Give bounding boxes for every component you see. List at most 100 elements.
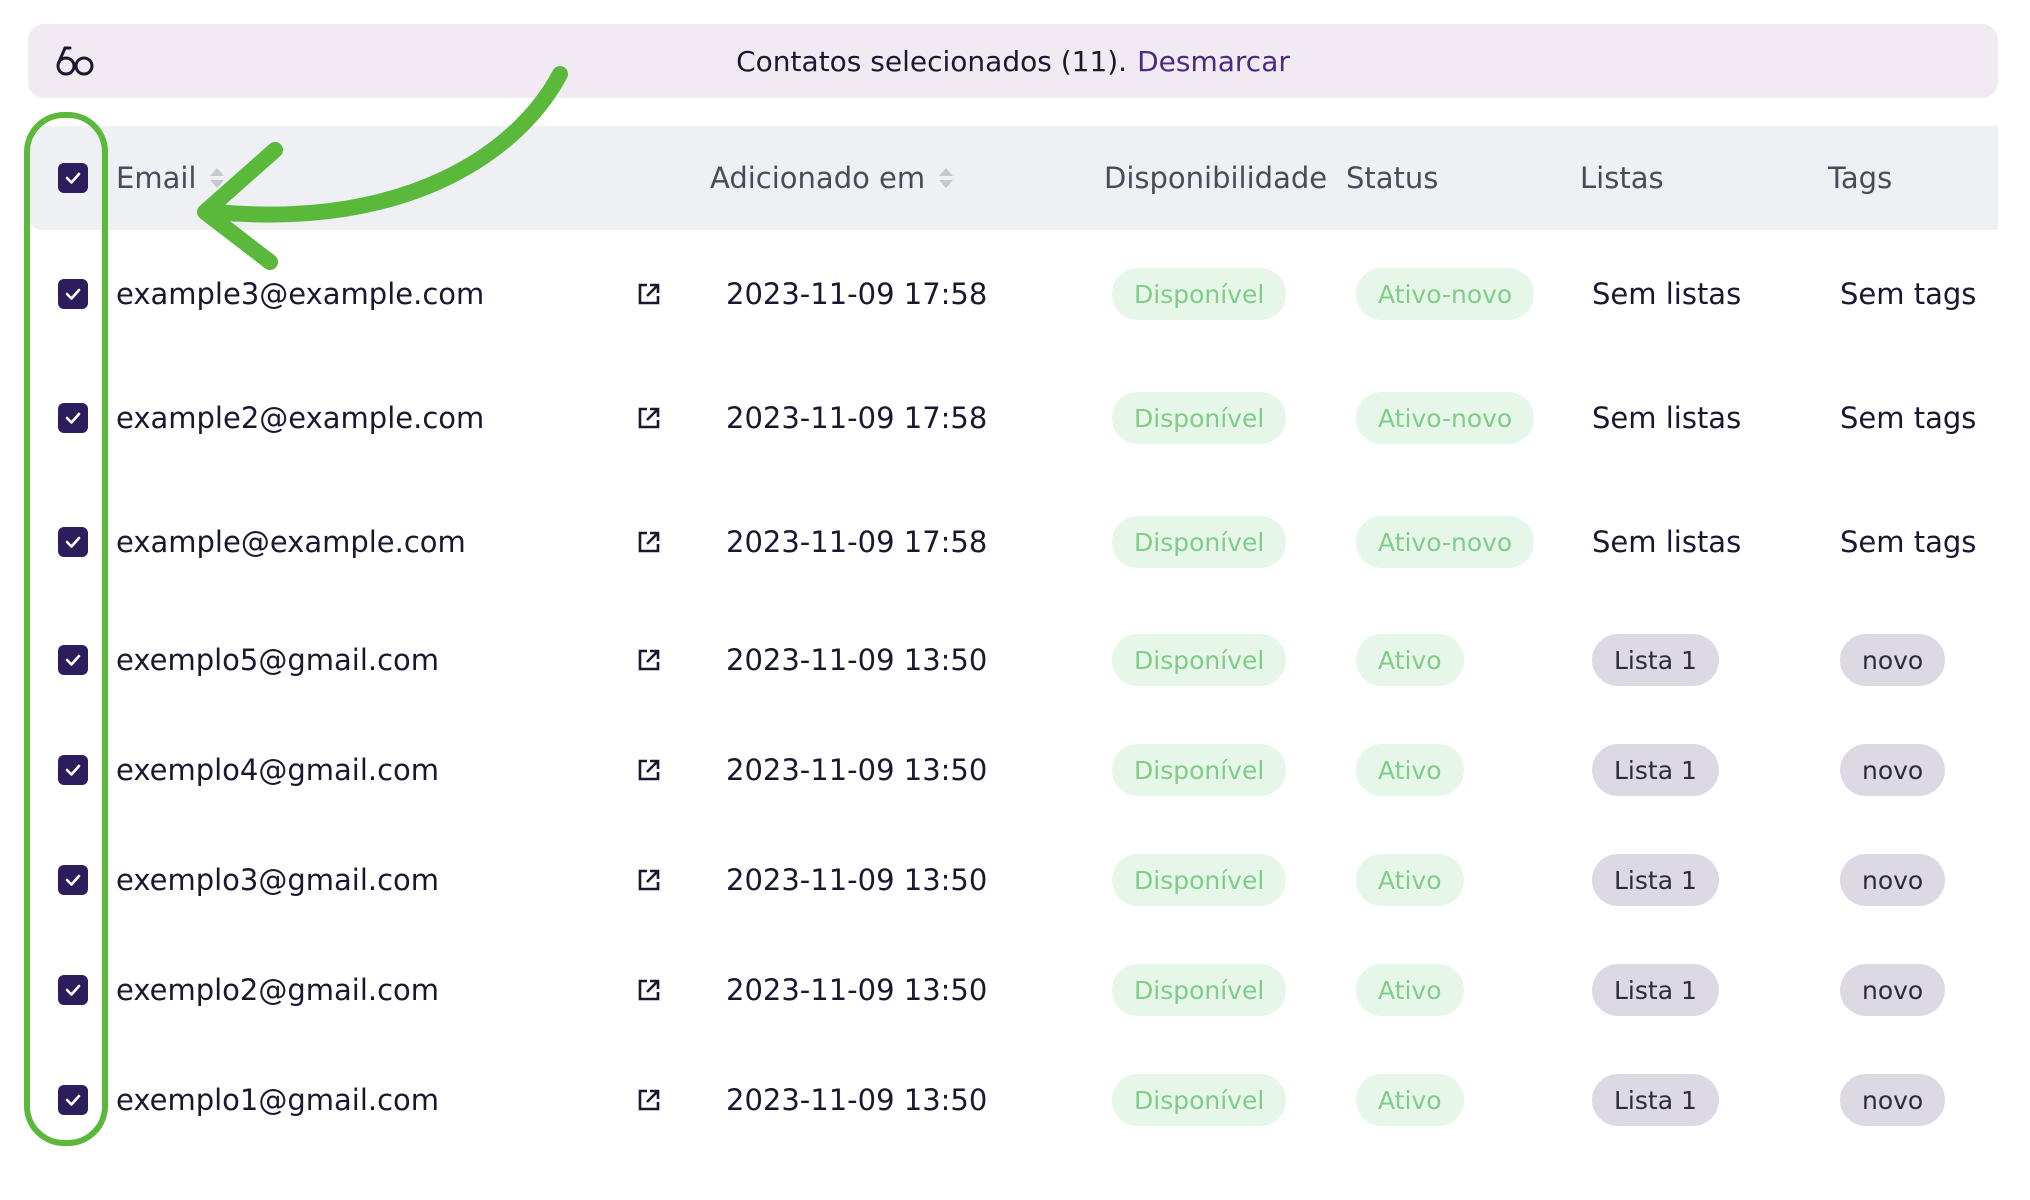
column-header-tags: Tags [1828, 126, 1892, 230]
open-contact-button[interactable] [636, 720, 662, 820]
row-checkbox[interactable] [58, 279, 88, 309]
added-date: 2023-11-09 13:50 [726, 753, 988, 787]
open-contact-button[interactable] [636, 244, 662, 344]
lists-value: Sem listas [1592, 401, 1742, 435]
contact-email[interactable]: example3@example.com [116, 244, 484, 344]
external-link-icon [638, 869, 660, 891]
check-icon [65, 654, 81, 666]
availability-badge: Disponível [1112, 268, 1287, 320]
tag-badge: novo [1840, 744, 1946, 796]
added-date: 2023-11-09 13:50 [726, 973, 988, 1007]
status-badge: Ativo-novo [1356, 268, 1535, 320]
status-badge: Ativo-novo [1356, 516, 1535, 568]
column-header-lists-label: Listas [1580, 161, 1664, 195]
availability-badge: Disponível [1112, 516, 1287, 568]
table-row[interactable]: exemplo1@gmail.com 2023-11-09 13:50 Disp… [28, 1050, 1998, 1150]
tags-value: Sem tags [1840, 401, 1977, 435]
lists-value: Sem listas [1592, 525, 1742, 559]
table-row[interactable]: example3@example.com 2023-11-09 17:58 Di… [28, 244, 1998, 344]
column-header-status: Status [1346, 126, 1438, 230]
external-link-icon [638, 283, 660, 305]
column-header-email[interactable]: Email [116, 126, 225, 230]
check-icon [65, 874, 81, 886]
open-contact-button[interactable] [636, 368, 662, 468]
availability-badge: Disponível [1112, 964, 1287, 1016]
row-checkbox[interactable] [58, 865, 88, 895]
check-icon [65, 984, 81, 996]
table-row[interactable]: exemplo2@gmail.com 2023-11-09 13:50 Disp… [28, 940, 1998, 1040]
select-all-checkbox[interactable] [58, 163, 88, 193]
row-checkbox[interactable] [58, 1085, 88, 1115]
column-header-tags-label: Tags [1828, 161, 1893, 195]
sort-icon[interactable] [939, 166, 954, 190]
contact-email[interactable]: example2@example.com [116, 368, 484, 468]
column-header-added[interactable]: Adicionado em [710, 126, 954, 230]
check-icon [65, 764, 81, 776]
open-contact-button[interactable] [636, 940, 662, 1040]
table-row[interactable]: exemplo5@gmail.com 2023-11-09 13:50 Disp… [28, 610, 1998, 710]
list-badge: Lista 1 [1592, 854, 1719, 906]
tag-badge: novo [1840, 634, 1946, 686]
contact-email[interactable]: exemplo5@gmail.com [116, 610, 439, 710]
added-date: 2023-11-09 17:58 [726, 277, 988, 311]
column-header-email-label: Email [116, 161, 197, 195]
list-badge: Lista 1 [1592, 1074, 1719, 1126]
contact-email[interactable]: exemplo1@gmail.com [116, 1050, 439, 1150]
tags-value: Sem tags [1840, 525, 1977, 559]
column-header-lists: Listas [1580, 126, 1664, 230]
table-header: Email Adicionado em Disponibilidade Stat… [28, 126, 1998, 230]
sort-icon[interactable] [210, 166, 225, 190]
row-checkbox[interactable] [58, 755, 88, 785]
external-link-icon [638, 407, 660, 429]
tags-value: Sem tags [1840, 277, 1977, 311]
status-badge: Ativo [1356, 634, 1464, 686]
added-date: 2023-11-09 17:58 [726, 525, 988, 559]
column-header-availability-label: Disponibilidade [1104, 161, 1328, 195]
selection-banner: Contatos selecionados (11). Desmarcar [28, 24, 1998, 98]
contact-email[interactable]: exemplo3@gmail.com [116, 830, 439, 930]
tag-badge: novo [1840, 854, 1946, 906]
availability-badge: Disponível [1112, 392, 1287, 444]
table-row[interactable]: example2@example.com 2023-11-09 17:58 Di… [28, 368, 1998, 468]
check-icon [65, 536, 81, 548]
contact-email[interactable]: exemplo2@gmail.com [116, 940, 439, 1040]
unselect-link[interactable]: Desmarcar [1137, 45, 1290, 78]
external-link-icon [638, 531, 660, 553]
table-row[interactable]: exemplo4@gmail.com 2023-11-09 13:50 Disp… [28, 720, 1998, 820]
external-link-icon [638, 649, 660, 671]
row-checkbox[interactable] [58, 527, 88, 557]
check-icon [65, 412, 81, 424]
external-link-icon [638, 979, 660, 1001]
table-row[interactable]: example@example.com 2023-11-09 17:58 Dis… [28, 492, 1998, 592]
list-badge: Lista 1 [1592, 634, 1719, 686]
open-contact-button[interactable] [636, 492, 662, 592]
open-contact-button[interactable] [636, 830, 662, 930]
contact-email[interactable]: exemplo4@gmail.com [116, 720, 439, 820]
row-checkbox[interactable] [58, 645, 88, 675]
availability-badge: Disponível [1112, 634, 1287, 686]
availability-badge: Disponível [1112, 854, 1287, 906]
selection-message: Contatos selecionados (11). Desmarcar [28, 24, 1998, 98]
tag-badge: novo [1840, 964, 1946, 1016]
list-badge: Lista 1 [1592, 964, 1719, 1016]
status-badge: Ativo [1356, 1074, 1464, 1126]
status-badge: Ativo [1356, 964, 1464, 1016]
row-checkbox[interactable] [58, 975, 88, 1005]
added-date: 2023-11-09 13:50 [726, 643, 988, 677]
row-checkbox[interactable] [58, 403, 88, 433]
open-contact-button[interactable] [636, 1050, 662, 1150]
availability-badge: Disponível [1112, 1074, 1287, 1126]
status-badge: Ativo-novo [1356, 392, 1535, 444]
tag-badge: novo [1840, 1074, 1946, 1126]
open-contact-button[interactable] [636, 610, 662, 710]
table-row[interactable]: exemplo3@gmail.com 2023-11-09 13:50 Disp… [28, 830, 1998, 930]
selection-count-text: Contatos selecionados (11). [736, 44, 1128, 78]
added-date: 2023-11-09 13:50 [726, 1083, 988, 1117]
external-link-icon [638, 1089, 660, 1111]
check-icon [65, 172, 81, 184]
check-icon [65, 288, 81, 300]
list-badge: Lista 1 [1592, 744, 1719, 796]
contact-email[interactable]: example@example.com [116, 492, 466, 592]
added-date: 2023-11-09 13:50 [726, 863, 988, 897]
lists-value: Sem listas [1592, 277, 1742, 311]
